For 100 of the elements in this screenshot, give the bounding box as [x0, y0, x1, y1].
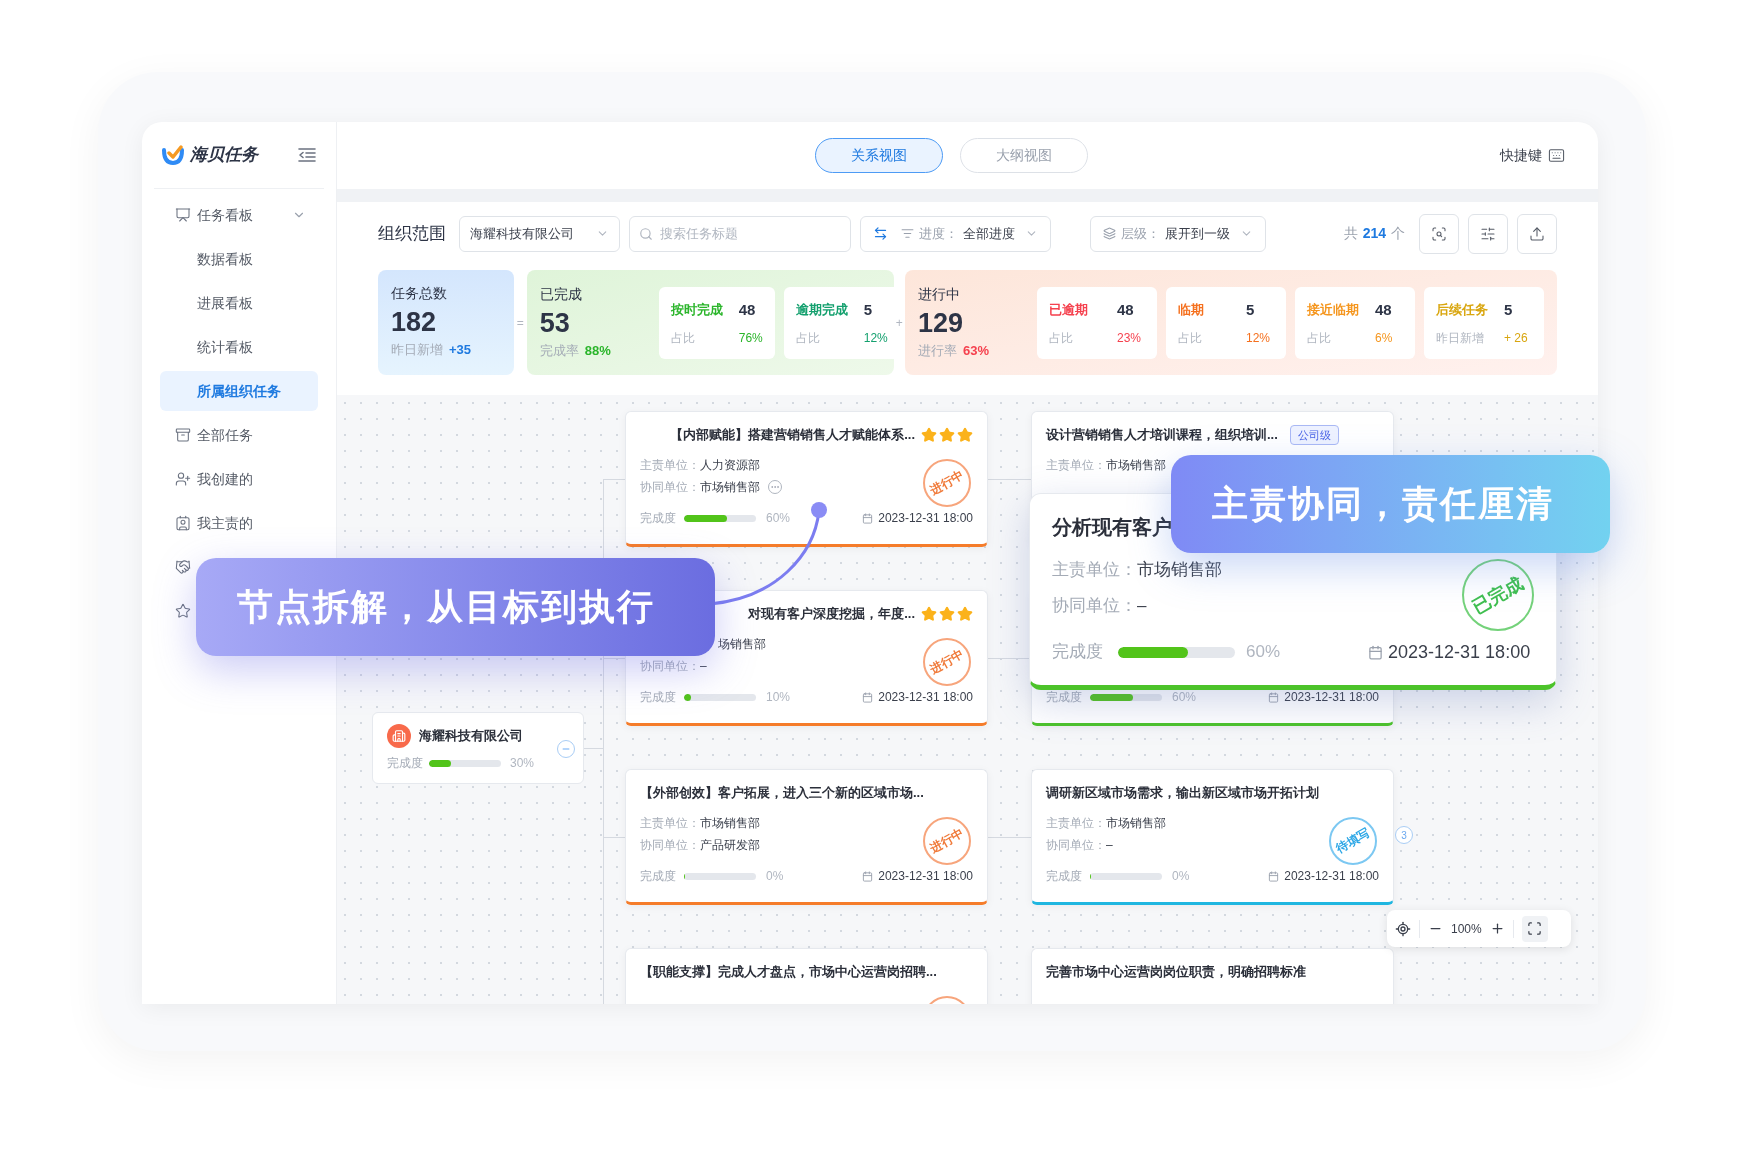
plus-sign: +: [894, 314, 904, 332]
total-unit: 个: [1391, 224, 1405, 243]
stat-value: 48: [738, 299, 756, 320]
progress-percent: 60%: [1172, 689, 1197, 706]
progress-label: 完成度: [1046, 689, 1083, 706]
status-stamp: 进行中: [923, 638, 971, 686]
stat-sub-value: 76%: [738, 329, 763, 347]
stat-value: 5: [1246, 299, 1255, 320]
total-count: 214: [1362, 224, 1386, 243]
field-value: 场销售部: [717, 636, 766, 653]
stat-value: 5: [1504, 299, 1513, 320]
stat-sub-value: 12%: [1246, 329, 1271, 347]
field-value: 市场销售部: [1106, 457, 1166, 474]
rate-value: +35: [449, 341, 472, 359]
field-value: 市场销售部: [700, 815, 760, 832]
rate-label: 进行率: [918, 342, 957, 361]
stat-label: 临期: [1178, 301, 1205, 319]
field-value: –: [1137, 595, 1147, 618]
rate-label: 完成率: [539, 342, 579, 361]
stat-value: 48: [1375, 299, 1392, 320]
card-title: 设计营销销售人才培训课程，组织培训...: [1046, 426, 1278, 445]
due-date: 2023-12-31 18:00: [878, 689, 973, 706]
count-badge: 3: [1395, 826, 1413, 844]
stat-sub-label: 占比: [795, 329, 821, 347]
stat-label: 逾期完成: [795, 301, 849, 319]
stat-sub-label: 占比: [1307, 329, 1332, 347]
field-label: 协同单位：: [640, 479, 700, 496]
stat-number: 182: [391, 306, 438, 339]
zoom-level: 100%: [1451, 920, 1482, 938]
card-title: 分析现有客户: [1052, 515, 1172, 540]
stat-number: 129: [918, 307, 965, 341]
stat-sub-value: 12%: [863, 329, 888, 347]
due-date: 2023-12-31 18:00: [1284, 689, 1379, 706]
field-value: –: [1106, 837, 1113, 854]
card-title: 【职能支撑】完成人才盘点，市场中心运营岗招聘...: [640, 963, 937, 982]
due-date: 2023-12-31 18:00: [1388, 640, 1531, 664]
progress-label: 完成度: [387, 755, 424, 772]
rate-label: 昨日新增: [391, 341, 443, 359]
rate-value: 63%: [963, 342, 990, 361]
stat-sub-value: 6%: [1375, 329, 1393, 347]
total-label: 共: [1343, 224, 1358, 243]
due-date: 2023-12-31 18:00: [878, 510, 973, 527]
field-value: 市场销售部: [1137, 559, 1222, 582]
field-label: 协同单位：: [640, 658, 700, 675]
progress-label: 完成度: [1052, 641, 1104, 664]
stat-sub-label: 昨日新增: [1436, 329, 1485, 347]
progress-label: 完成度: [640, 868, 677, 885]
rate-value: 88%: [584, 342, 611, 361]
stat-sub-label: 占比: [1178, 329, 1203, 347]
due-date: 2023-12-31 18:00: [878, 868, 973, 885]
field-value: 市场销售部: [700, 479, 760, 496]
stat-title: 进行中: [918, 285, 961, 305]
field-label: 主责单位：: [640, 815, 700, 832]
progress-percent: 60%: [766, 510, 791, 527]
progress-percent: 10%: [766, 689, 791, 706]
level-tag: 公司级: [1289, 425, 1339, 445]
stat-sub-value: 23%: [1117, 329, 1142, 347]
stat-value: 5: [863, 299, 873, 320]
status-stamp: 进行中: [923, 817, 971, 865]
status-stamp: 已完成: [1462, 559, 1534, 631]
stat-label: 接近临期: [1307, 301, 1360, 319]
progress-label: 完成度: [640, 510, 677, 527]
stat-title: 任务总数: [391, 284, 448, 303]
progress-percent: 30%: [510, 755, 535, 772]
field-value: –: [700, 658, 707, 675]
brand-name: 海贝任务: [190, 144, 258, 167]
stat-number: 53: [539, 307, 571, 341]
progress-percent: 60%: [1246, 641, 1281, 664]
progress-label: 完成度: [640, 689, 677, 706]
equals-sign: =: [515, 314, 525, 332]
field-label: 主责单位：: [1046, 815, 1106, 832]
card-title: 调研新区域市场需求，输出新区域市场开拓计划: [1046, 784, 1319, 803]
field-label: 主责单位：: [640, 457, 700, 474]
stat-label: 后续任务: [1436, 301, 1489, 319]
status-stamp: 待填写: [1329, 817, 1377, 865]
field-label: 主责单位：: [1046, 457, 1106, 474]
card-title: 【内部赋能】搭建营销销售人才赋能体系...: [670, 426, 915, 445]
card-title: 完善市场中心运营岗岗位职责，明确招聘标准: [1046, 963, 1306, 982]
stat-label: 按时完成: [670, 301, 724, 319]
due-date: 2023-12-31 18:00: [1284, 868, 1379, 885]
field-label: 主责单位：: [1052, 559, 1137, 582]
progress-percent: 0%: [766, 868, 784, 885]
stat-sub-label: 占比: [1049, 329, 1074, 347]
card-title: 【外部创效】客户拓展，进入三个新的区域市场...: [640, 784, 924, 803]
field-label: 协同单位：: [1052, 595, 1137, 618]
callout-tooltip: 节点拆解，从目标到执行: [196, 558, 715, 656]
field-label: 协同单位：: [640, 837, 700, 854]
progress-label: 完成度: [1046, 868, 1083, 885]
progress-percent: 0%: [1172, 868, 1190, 885]
stat-sub-label: 占比: [670, 329, 696, 347]
scope-label: 组织范围: [378, 222, 446, 245]
org-name: 海耀科技有限公司: [419, 727, 523, 746]
stat-sub-value: + 26: [1504, 329, 1528, 347]
callout-tooltip: 主责协同，责任厘清: [1171, 455, 1610, 553]
stat-value: 48: [1117, 299, 1134, 320]
field-value: 市场销售部: [1106, 815, 1166, 832]
stat-label: 已逾期: [1049, 301, 1089, 319]
status-stamp: 进行中: [923, 459, 971, 507]
field-value: 人力资源部: [700, 457, 760, 474]
card-title: 对现有客户深度挖掘，年度...: [748, 605, 915, 624]
